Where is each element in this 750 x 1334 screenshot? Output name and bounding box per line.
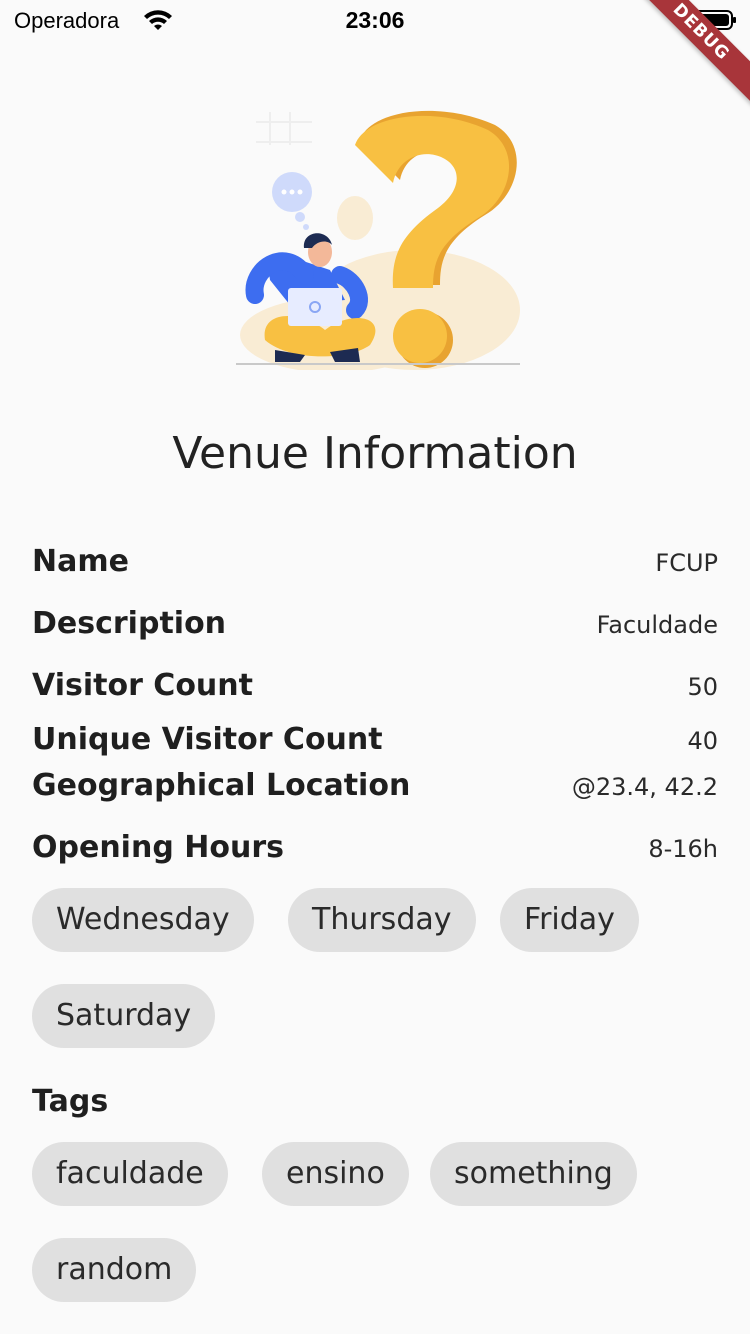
opening-hours-label: Opening Hours <box>32 830 284 865</box>
name-row: Name FCUP <box>32 544 718 579</box>
day-chip-saturday[interactable]: Saturday <box>32 984 216 1048</box>
description-row: Description Faculdade <box>32 606 718 641</box>
status-bar: Operadora 23:06 <box>0 0 750 40</box>
tags-title: Tags <box>32 1084 109 1119</box>
page-title: Venue Information <box>172 428 578 479</box>
location-value: @23.4, 42.2 <box>571 773 718 801</box>
location-label: Geographical Location <box>32 768 411 803</box>
tag-chip-random[interactable]: random <box>32 1238 197 1302</box>
unique-visitor-count-row: Unique Visitor Count 40 <box>32 722 718 757</box>
question-illustration <box>236 110 520 370</box>
description-value: Faculdade <box>596 611 718 639</box>
unique-visitor-count-label: Unique Visitor Count <box>32 722 383 757</box>
description-label: Description <box>32 606 227 641</box>
day-chip-thursday[interactable]: Thursday <box>288 888 476 952</box>
day-chip-friday[interactable]: Friday <box>500 888 639 952</box>
unique-visitor-count-value: 40 <box>687 727 718 755</box>
visitor-count-label: Visitor Count <box>32 668 253 703</box>
day-chip-wednesday[interactable]: Wednesday <box>32 888 254 952</box>
opening-hours-row: Opening Hours 8-16h <box>32 830 718 865</box>
opening-hours-value: 8-16h <box>648 835 718 863</box>
location-row: Geographical Location @23.4, 42.2 <box>32 768 718 803</box>
tag-chip-something[interactable]: something <box>430 1142 637 1206</box>
name-value: FCUP <box>655 549 718 577</box>
clock: 23:06 <box>345 7 405 33</box>
visitor-count-value: 50 <box>687 673 718 701</box>
name-label: Name <box>32 544 129 579</box>
visitor-count-row: Visitor Count 50 <box>32 668 718 703</box>
tag-chip-faculdade[interactable]: faculdade <box>32 1142 228 1206</box>
tag-chip-ensino[interactable]: ensino <box>262 1142 409 1206</box>
